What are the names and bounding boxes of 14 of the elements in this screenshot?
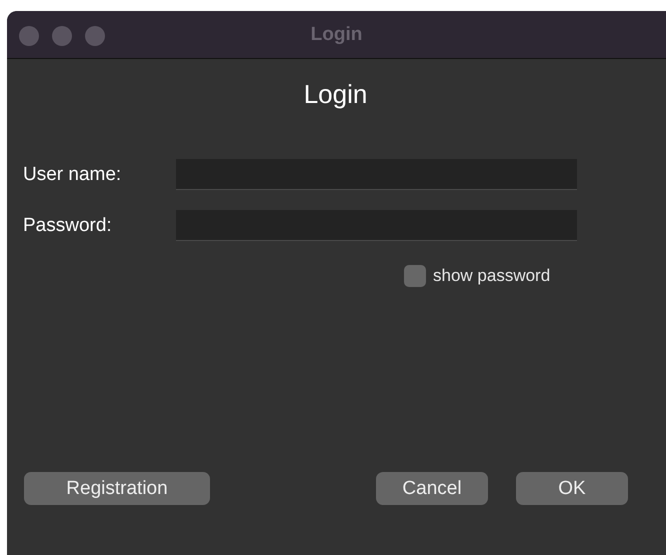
input-field[interactable] <box>176 210 577 241</box>
minimize-icon[interactable] <box>52 26 72 46</box>
zoom-icon[interactable] <box>85 26 105 46</box>
ok-button[interactable]: OK <box>516 472 628 505</box>
login-heading: Login <box>304 79 368 109</box>
field-label: Password: <box>23 214 113 236</box>
checkbox[interactable] <box>404 265 426 287</box>
input-field[interactable] <box>176 159 577 190</box>
checkbox-label: show password <box>433 266 550 286</box>
registration-button[interactable]: Registration <box>24 472 210 505</box>
field-label: User name: <box>23 164 122 186</box>
window-title: Login <box>310 24 362 46</box>
close-icon[interactable] <box>19 26 39 46</box>
cancel-button[interactable]: Cancel <box>376 472 488 505</box>
